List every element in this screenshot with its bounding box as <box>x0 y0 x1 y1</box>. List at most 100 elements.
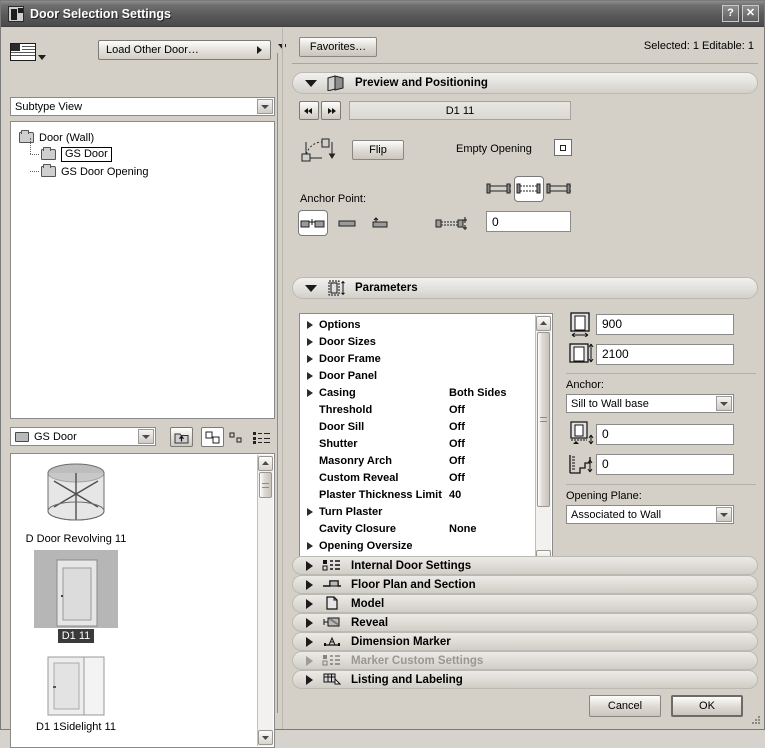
chevron-down-icon[interactable] <box>716 507 732 522</box>
parameter-row[interactable]: Turn Plaster <box>300 503 535 520</box>
triangle-right-icon <box>306 618 313 628</box>
chevron-down-icon[interactable] <box>138 429 154 444</box>
parameter-row[interactable]: Custom RevealOff <box>300 469 535 486</box>
door-height-input[interactable]: 2100 <box>596 344 734 365</box>
parameter-row[interactable]: Plaster Thickness Limit40 <box>300 486 535 503</box>
parameter-row[interactable]: Opening Oversize <box>300 537 535 554</box>
close-button[interactable]: ✕ <box>742 5 759 22</box>
resize-grip[interactable] <box>751 716 761 726</box>
revolving-door-thumbnail <box>14 459 138 531</box>
parameter-row[interactable]: Door Panel <box>300 367 535 384</box>
tree-item-gs-door[interactable]: GS Door <box>41 146 274 163</box>
anchor-mark-option[interactable] <box>366 210 396 236</box>
parameter-name: Door Sill <box>319 421 449 433</box>
story-height-input[interactable]: 0 <box>596 454 734 475</box>
scroll-up-button[interactable] <box>536 316 551 331</box>
small-icons-view-button[interactable] <box>226 427 249 447</box>
scroll-down-button[interactable] <box>258 730 273 745</box>
parameter-row[interactable]: Door Frame <box>300 350 535 367</box>
empty-opening-checkbox[interactable] <box>554 139 572 156</box>
parameter-row[interactable]: Masonry ArchOff <box>300 452 535 469</box>
anchor-combo[interactable]: Sill to Wall base <box>566 394 734 413</box>
parameter-row[interactable]: Door Sizes <box>300 333 535 350</box>
section-dimension-marker[interactable]: Dimension Marker <box>292 632 758 651</box>
table-list-icon[interactable] <box>10 43 36 61</box>
subtype-view-combo[interactable]: Subtype View <box>10 97 275 116</box>
library-item[interactable]: D1 1Sidelight Transom 11 <box>14 738 138 746</box>
dimension-marker-icon <box>322 634 342 650</box>
cancel-button[interactable]: Cancel <box>589 695 661 717</box>
panel-divider <box>277 53 278 713</box>
next-object-button[interactable] <box>321 101 341 120</box>
parameters-scrollbar[interactable] <box>535 315 551 566</box>
scroll-thumb[interactable] <box>259 472 272 498</box>
parameter-name: Custom Reveal <box>319 472 449 484</box>
library-scrollbar[interactable] <box>257 455 273 746</box>
parameter-row[interactable]: Cavity ClosureNone <box>300 520 535 537</box>
door-width-input[interactable]: 900 <box>596 314 734 335</box>
parameter-name: Shutter <box>319 438 449 450</box>
anchor-edge-option[interactable] <box>332 210 362 236</box>
sill-height-icon <box>566 421 596 447</box>
scroll-thumb[interactable] <box>537 332 550 507</box>
prev-object-button[interactable] <box>299 101 319 120</box>
library-item[interactable]: D Door Revolving 11 <box>14 459 138 546</box>
triangle-right-icon <box>306 637 313 647</box>
subtype-tree[interactable]: Door (Wall) GS Door GS Door Opening <box>10 121 275 419</box>
section-preview-and-positioning[interactable]: Preview and Positioning <box>292 72 758 94</box>
tree-item-gs-door-opening[interactable]: GS Door Opening <box>41 163 274 180</box>
parameter-row[interactable]: Options <box>300 316 535 333</box>
help-button[interactable]: ? <box>722 5 739 22</box>
load-other-door-button[interactable]: Load Other Door… <box>98 40 271 60</box>
door-swing-mirror-icon[interactable] <box>300 136 336 167</box>
chevron-down-icon[interactable] <box>716 396 732 411</box>
parameter-row[interactable]: ShutterOff <box>300 435 535 452</box>
title-bar: Door Selection Settings ? ✕ <box>1 1 764 27</box>
parameter-name: Options <box>319 319 449 331</box>
triangle-right-icon <box>306 599 313 609</box>
list-view-button[interactable] <box>250 427 273 447</box>
sill-height-input[interactable]: 0 <box>596 424 734 445</box>
window-controls: ? ✕ <box>722 5 759 22</box>
anchor-right-option[interactable] <box>544 176 574 202</box>
section-internal-door-settings[interactable]: Internal Door Settings <box>292 556 758 575</box>
ok-button[interactable]: OK <box>671 695 743 717</box>
flip-button[interactable]: Flip <box>352 140 404 160</box>
parameter-row[interactable]: Door SillOff <box>300 418 535 435</box>
section-model[interactable]: Model <box>292 594 758 613</box>
large-icons-view-button[interactable] <box>201 427 224 447</box>
section-listing-and-labeling[interactable]: Listing and Labeling <box>292 670 758 689</box>
list-view-icon <box>253 431 271 444</box>
chevron-down-icon[interactable] <box>38 55 46 60</box>
section-floor-plan-and-section[interactable]: Floor Plan and Section <box>292 575 758 594</box>
parameter-row[interactable]: CasingBoth Sides <box>300 384 535 401</box>
listing-labeling-icon <box>322 672 342 688</box>
floor-plan-section-icon <box>322 577 342 593</box>
chevron-down-icon[interactable] <box>257 99 273 114</box>
object-name-display: D1 11 <box>349 101 571 120</box>
section-title: Floor Plan and Section <box>351 579 476 591</box>
favorites-button[interactable]: Favorites… <box>299 37 377 57</box>
library-folder-combo[interactable]: GS Door <box>10 427 156 446</box>
section-reveal[interactable]: Reveal <box>292 613 758 632</box>
tree-item-door-wall[interactable]: Door (Wall) <box>19 129 274 146</box>
parameters-list[interactable]: Options Door Sizes Door Frame Door Panel… <box>299 313 553 568</box>
panel-splitter[interactable] <box>282 28 285 729</box>
parameter-row[interactable]: ThresholdOff <box>300 401 535 418</box>
section-parameters[interactable]: Parameters <box>292 277 758 299</box>
marker-custom-settings-icon <box>322 653 342 669</box>
library-item[interactable]: D1 1Sidelight 11 <box>14 647 138 734</box>
opening-plane-combo[interactable]: Associated to Wall <box>566 505 734 524</box>
divider <box>566 373 756 374</box>
anchor-left-option[interactable] <box>484 176 514 202</box>
triangle-right-icon <box>306 656 313 666</box>
anchor-center-option[interactable] <box>514 176 544 202</box>
scroll-up-button[interactable] <box>258 456 273 471</box>
library-item-selected[interactable]: D1 11 <box>14 550 138 643</box>
library-browser[interactable]: D Door Revolving 11 D1 11 <box>10 453 275 748</box>
anchor-corner-option[interactable] <box>298 210 328 236</box>
anchor-offset-input[interactable]: 0 <box>486 211 571 232</box>
section-title: Listing and Labeling <box>351 674 463 686</box>
internal-door-settings-icon <box>322 558 342 574</box>
folder-up-button[interactable] <box>170 427 193 447</box>
